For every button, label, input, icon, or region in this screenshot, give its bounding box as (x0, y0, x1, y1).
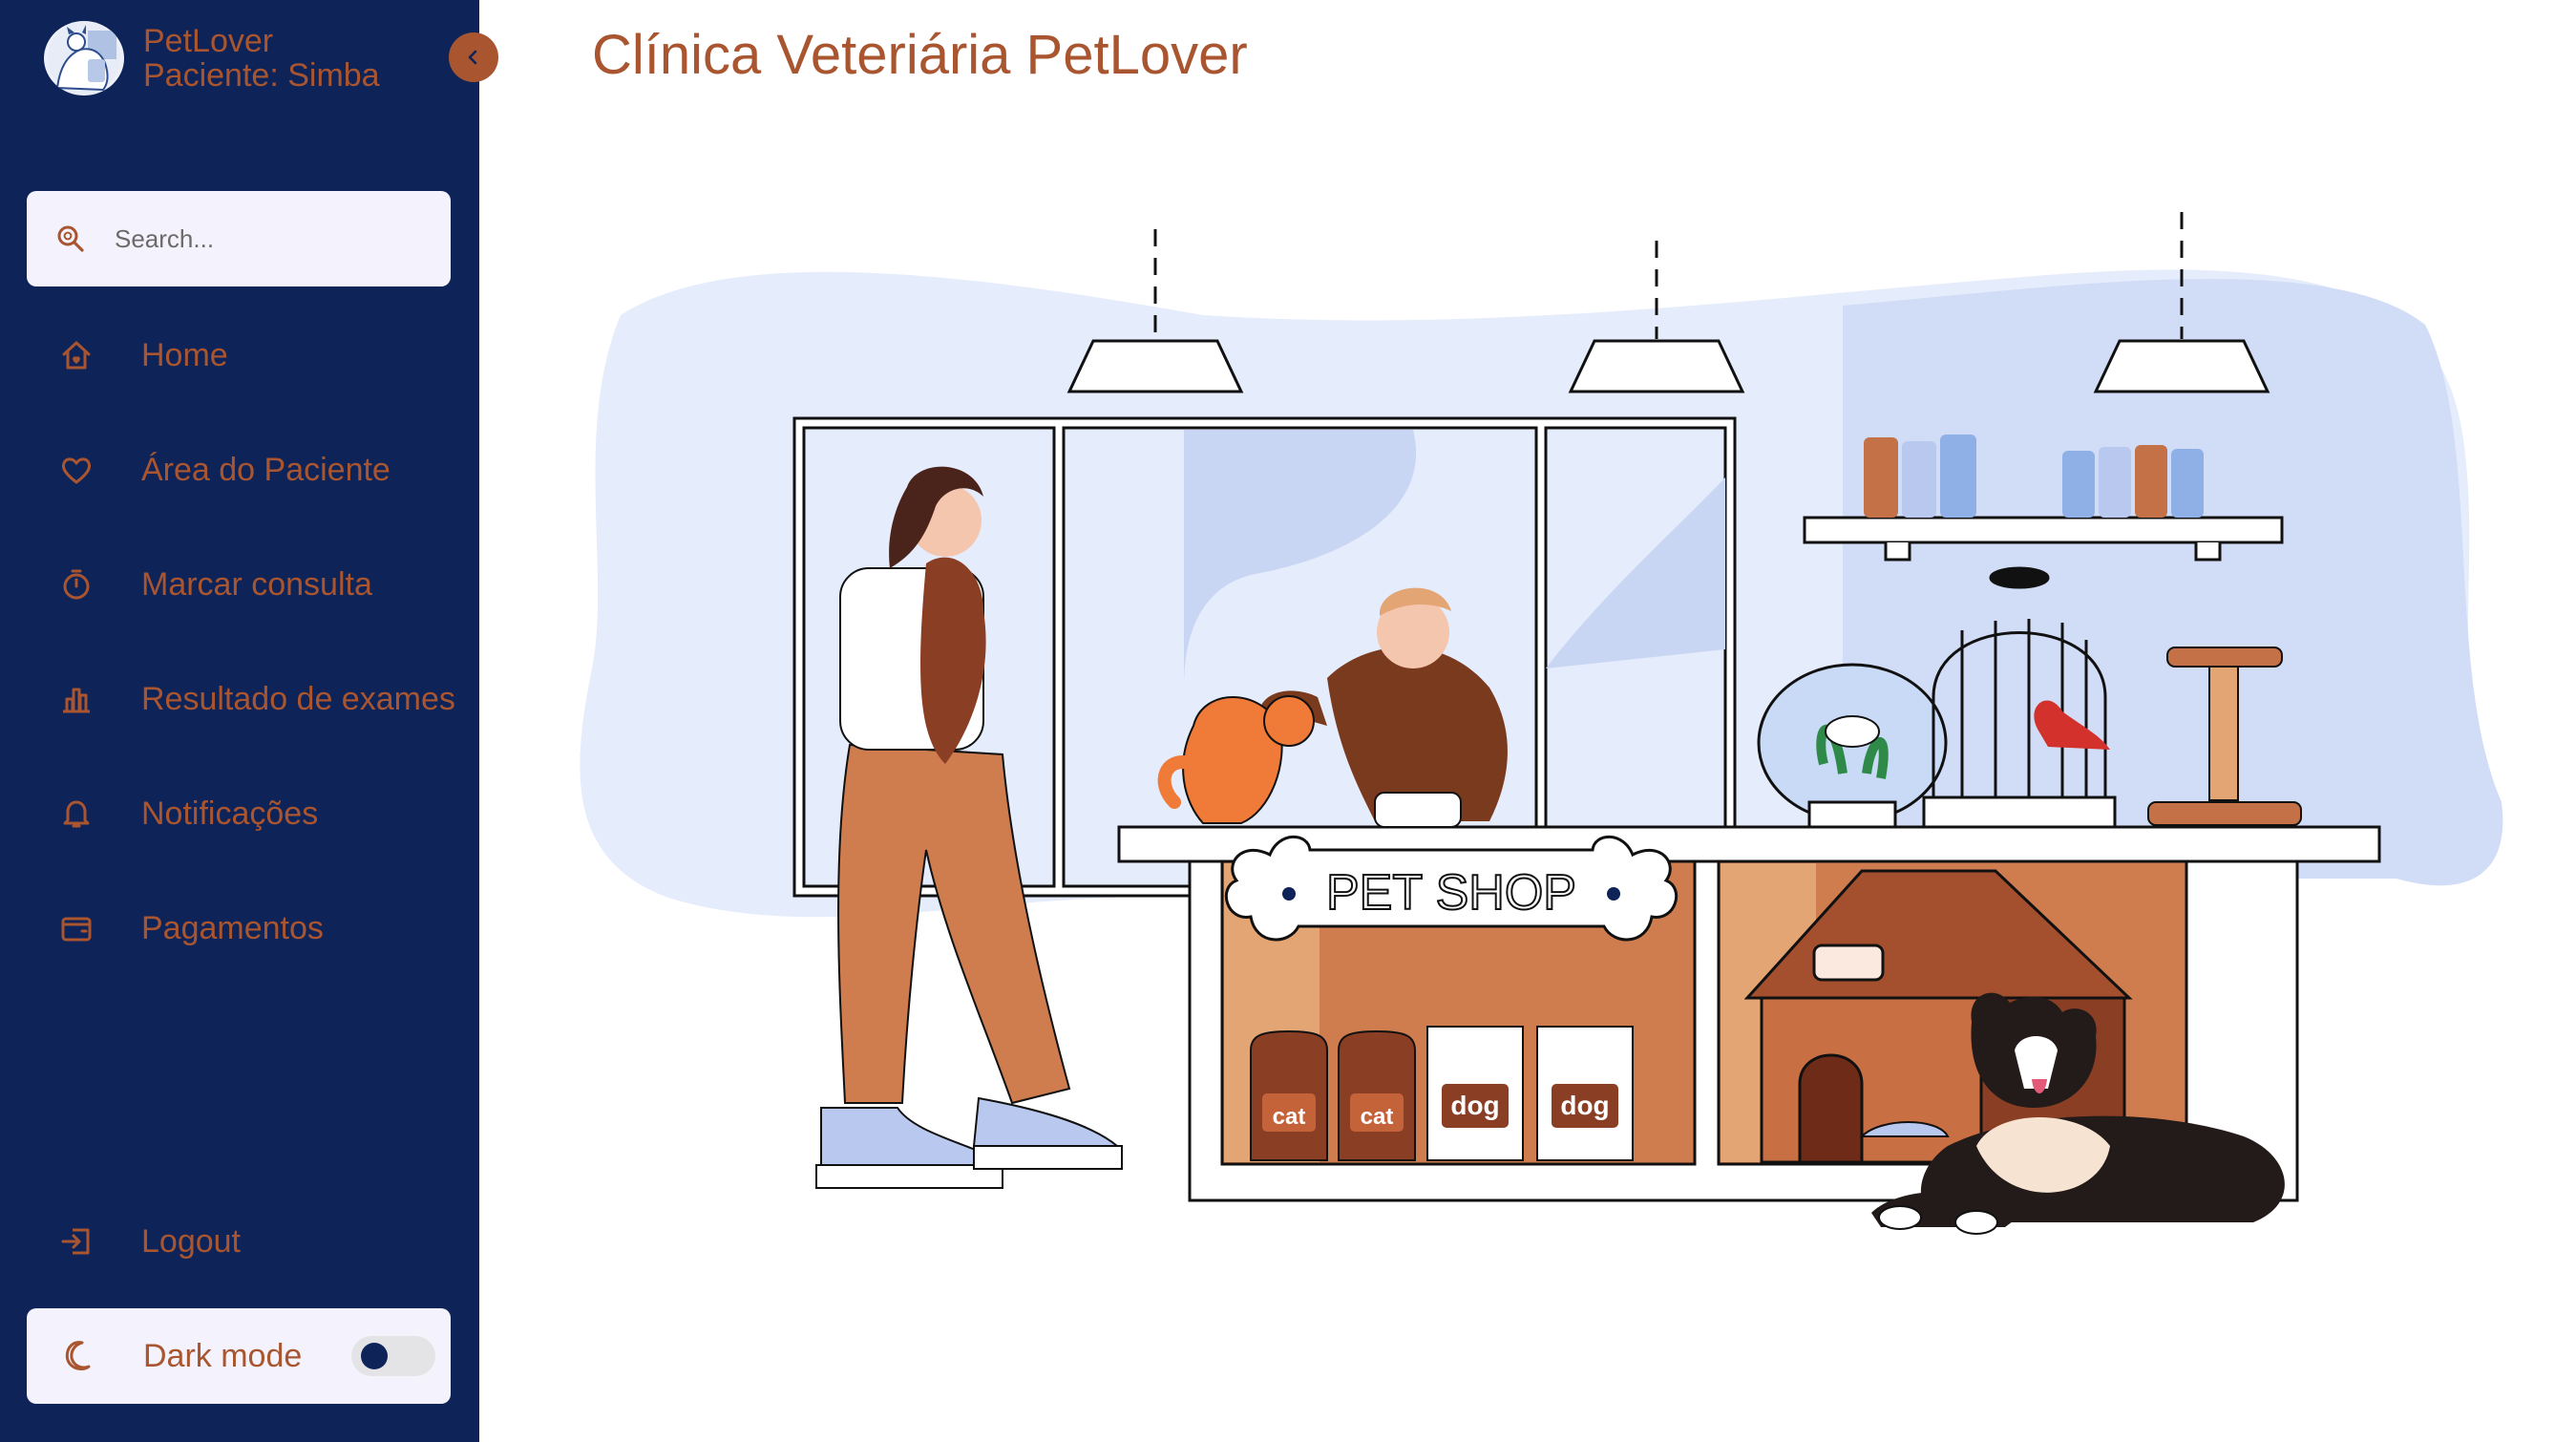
logout-button[interactable]: Logout (0, 1184, 241, 1299)
dark-mode-row: Dark mode (27, 1308, 451, 1404)
sidebar-item-label: Área do Paciente (141, 451, 391, 488)
moon-icon (61, 1338, 143, 1374)
sidebar-item-patient-area[interactable]: Área do Paciente (0, 413, 479, 527)
search-box (27, 191, 451, 286)
bag-label: dog (1560, 1091, 1609, 1120)
bag-label: dog (1450, 1091, 1499, 1120)
logout-label: Logout (141, 1222, 241, 1260)
dark-mode-toggle-knob (361, 1343, 388, 1369)
pet-shop-sign: PET SHOP (1326, 865, 1576, 921)
brand-text: PetLover Paciente: Simba (143, 24, 380, 93)
sidebar: PetLover Paciente: Simba Home (0, 0, 498, 1442)
sidebar-item-exam-results[interactable]: Resultado de exames (0, 642, 479, 756)
logout-icon (59, 1224, 143, 1259)
sidebar-item-label: Notificações (141, 795, 319, 832)
sidebar-item-schedule[interactable]: Marcar consulta (0, 527, 479, 642)
brand-name: PetLover (143, 23, 274, 59)
bell-icon (59, 796, 143, 831)
pet-shop-illustration: PET SHOP cat cat dog dog (535, 191, 2521, 1261)
search-icon (13, 223, 128, 254)
dark-mode-toggle[interactable] (351, 1336, 435, 1376)
sidebar-item-label: Home (141, 336, 228, 373)
dark-mode-label: Dark mode (143, 1337, 303, 1374)
bag-label: cat (1273, 1104, 1306, 1130)
sidebar-item-label: Resultado de exames (141, 680, 455, 717)
collapse-sidebar-button[interactable] (449, 32, 498, 82)
patient-name: Paciente: Simba (143, 57, 380, 94)
bar-chart-icon (59, 682, 143, 716)
bag-label: cat (1361, 1104, 1394, 1130)
sidebar-nav: Home Área do Paciente Marcar consulta Re… (0, 298, 479, 986)
sidebar-item-label: Marcar consulta (141, 565, 372, 603)
home-icon (59, 338, 143, 372)
sidebar-item-label: Pagamentos (141, 909, 324, 946)
timer-icon (59, 567, 143, 602)
sidebar-item-notifications[interactable]: Notificações (0, 756, 479, 871)
heart-icon (59, 453, 143, 487)
pet-clinic-logo (44, 21, 124, 95)
page-title: Clínica Veteriária PetLover (592, 24, 1248, 86)
sidebar-item-payments[interactable]: Pagamentos (0, 871, 479, 986)
brand: PetLover Paciente: Simba (44, 21, 380, 95)
wallet-icon (59, 911, 143, 945)
search-input[interactable] (115, 223, 382, 254)
chevron-left-icon (468, 50, 477, 65)
sidebar-item-home[interactable]: Home (0, 298, 479, 413)
